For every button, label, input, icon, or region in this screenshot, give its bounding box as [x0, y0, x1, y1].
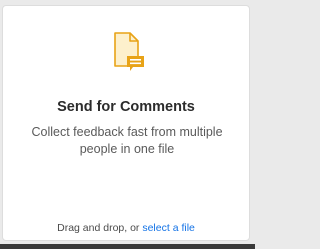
card-description: Collect feedback fast from multiple peop…: [31, 125, 223, 156]
drop-zone-label: Drag and drop, or: [57, 222, 143, 234]
document-comment-icon: [111, 30, 147, 74]
bottom-bar: [0, 244, 255, 249]
send-for-comments-card[interactable]: Send for Comments Collect feedback fast …: [2, 5, 250, 241]
select-file-link[interactable]: select a file: [142, 222, 195, 234]
card-title: Send for Comments: [57, 99, 195, 115]
drop-zone-text: Drag and drop, or select a file: [3, 222, 249, 234]
